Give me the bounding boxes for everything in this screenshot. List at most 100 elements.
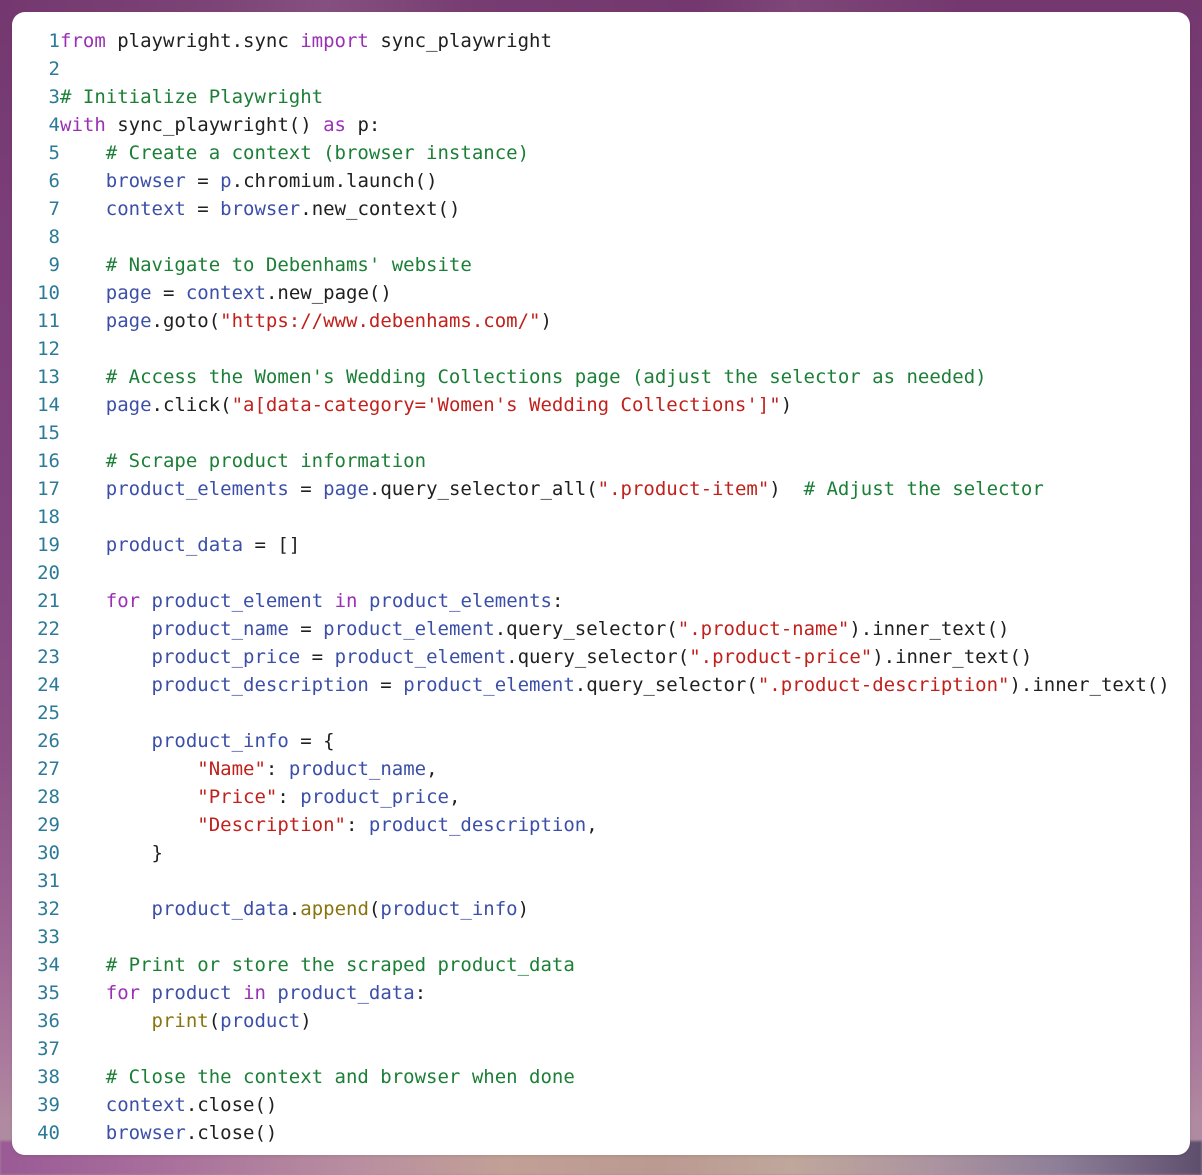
code-scroll-area[interactable]: 1 from playwright.sync import sync_playwr… <box>12 12 1190 1155</box>
token-p <box>60 198 106 220</box>
code-line-source[interactable]: product_description = product_element.qu… <box>60 671 1190 699</box>
token-p: = <box>368 674 404 696</box>
code-line: 13 # Access the Women's Wedding Collecti… <box>12 363 1190 391</box>
token-p <box>60 1010 152 1032</box>
code-line-source[interactable]: page.goto("https://www.debenhams.com/") <box>60 307 1190 335</box>
code-line-source[interactable]: # Scrape product information <box>60 447 1190 475</box>
token-p <box>60 814 197 836</box>
code-line-source[interactable] <box>60 419 1190 447</box>
code-line-source[interactable]: with sync_playwright() as p: <box>60 111 1190 139</box>
code-line-source[interactable]: for product_element in product_elements: <box>60 587 1190 615</box>
code-line: 14 page.click("a[data-category='Women's … <box>12 391 1190 419</box>
code-line: 19 product_data = [] <box>12 531 1190 559</box>
code-line-source[interactable]: for product in product_data: <box>60 979 1190 1007</box>
token-n: page <box>105 310 152 332</box>
code-line-source[interactable]: "Price": product_price, <box>60 783 1190 811</box>
code-line-source[interactable]: print(product) <box>60 1007 1190 1035</box>
code-line: 18 <box>12 503 1190 531</box>
token-p: , <box>586 814 598 836</box>
code-line-source[interactable]: product_price = product_element.query_se… <box>60 643 1190 671</box>
code-line: 11 page.goto("https://www.debenhams.com/… <box>12 307 1190 335</box>
code-line: 22 product_name = product_element.query_… <box>12 615 1190 643</box>
code-line: 2 <box>12 55 1190 83</box>
token-c: # Initialize Playwright <box>60 86 324 108</box>
code-line-source[interactable]: "Name": product_name, <box>60 755 1190 783</box>
code-line: 15 <box>12 419 1190 447</box>
line-number: 18 <box>37 506 60 528</box>
token-s: "a[data-category='Women's Wedding Collec… <box>231 394 781 416</box>
token-n: p <box>220 170 232 192</box>
token-p: .query_selector( <box>574 674 758 696</box>
code-line: 33 <box>12 923 1190 951</box>
code-line-source[interactable] <box>60 335 1190 363</box>
code-line-source[interactable]: browser = p.chromium.launch() <box>60 167 1190 195</box>
code-line-source[interactable] <box>60 1035 1190 1063</box>
code-line-source[interactable]: # Print or store the scraped product_dat… <box>60 951 1190 979</box>
code-line-source[interactable]: product_info = { <box>60 727 1190 755</box>
code-line-source[interactable]: product_data.append(product_info) <box>60 895 1190 923</box>
token-n: browser <box>105 1122 186 1144</box>
line-number: 32 <box>37 898 60 920</box>
code-line: 23 product_price = product_element.query… <box>12 643 1190 671</box>
code-line-source[interactable]: product_data = [] <box>60 531 1190 559</box>
token-n: product <box>151 982 232 1004</box>
code-line-source[interactable]: # Access the Women's Wedding Collections… <box>60 363 1190 391</box>
code-line: 5 # Create a context (browser instance) <box>12 139 1190 167</box>
line-number: 39 <box>37 1094 60 1116</box>
token-n: product_price <box>300 786 449 808</box>
code-line-source[interactable] <box>60 223 1190 251</box>
code-line-source[interactable]: # Create a context (browser instance) <box>60 139 1190 167</box>
code-line-source[interactable]: context.close() <box>60 1091 1190 1119</box>
code-line-source[interactable] <box>60 923 1190 951</box>
code-line-source[interactable]: from playwright.sync import sync_playwri… <box>60 27 1190 55</box>
code-line-source[interactable]: page.click("a[data-category='Women's Wed… <box>60 391 1190 419</box>
code-line-source[interactable]: "Description": product_description, <box>60 811 1190 839</box>
code-line: 16 # Scrape product information <box>12 447 1190 475</box>
code-line-source[interactable]: product_name = product_element.query_sel… <box>60 615 1190 643</box>
token-n: product_name <box>288 758 427 780</box>
token-n: page <box>323 478 369 500</box>
token-n: product_element <box>151 590 324 612</box>
code-line: 37 <box>12 1035 1190 1063</box>
token-n: page <box>105 394 152 416</box>
code-line-source[interactable]: product_elements = page.query_selector_a… <box>60 475 1190 503</box>
token-p: = { <box>288 730 335 752</box>
token-k: in <box>334 590 358 612</box>
token-p: ) <box>517 898 530 920</box>
token-p <box>60 618 152 640</box>
line-number: 35 <box>37 982 60 1004</box>
token-p: .query_selector( <box>506 646 690 668</box>
token-n: product_elements <box>368 590 552 612</box>
token-p <box>60 1094 106 1116</box>
line-number: 36 <box>37 1010 60 1032</box>
code-line-source[interactable]: # Close the context and browser when don… <box>60 1063 1190 1091</box>
code-line-source[interactable]: # Navigate to Debenhams' website <box>60 251 1190 279</box>
code-line-source[interactable] <box>60 699 1190 727</box>
token-p: playwright.sync <box>105 30 301 52</box>
line-number: 20 <box>37 562 60 584</box>
code-line-source[interactable]: page = context.new_page() <box>60 279 1190 307</box>
token-p: .new_page() <box>265 282 392 304</box>
token-n: product_element <box>403 674 575 696</box>
code-line-source[interactable]: context = browser.new_context() <box>60 195 1190 223</box>
code-line-source[interactable]: } <box>60 839 1190 867</box>
code-line: 24 product_description = product_element… <box>12 671 1190 699</box>
token-p: ).inner_text() <box>849 618 1010 640</box>
line-number: 16 <box>37 450 60 472</box>
token-n: product_info <box>151 730 289 752</box>
code-line: 39 context.close() <box>12 1091 1190 1119</box>
code-line-source[interactable]: # Initialize Playwright <box>60 83 1190 111</box>
code-line-source[interactable]: browser.close() <box>60 1119 1190 1147</box>
code-line-source[interactable] <box>60 503 1190 531</box>
code-line-source[interactable] <box>60 55 1190 83</box>
token-n: context <box>185 282 266 304</box>
token-c: # Access the Women's Wedding Collections… <box>105 366 987 388</box>
token-p: = <box>185 198 221 220</box>
code-line-source[interactable] <box>60 559 1190 587</box>
token-p: = <box>288 618 324 640</box>
token-n: browser <box>220 198 301 220</box>
token-c: # Scrape product information <box>105 450 427 472</box>
token-n: product_elements <box>105 478 289 500</box>
token-p: ) <box>780 394 793 416</box>
code-line-source[interactable] <box>60 867 1190 895</box>
